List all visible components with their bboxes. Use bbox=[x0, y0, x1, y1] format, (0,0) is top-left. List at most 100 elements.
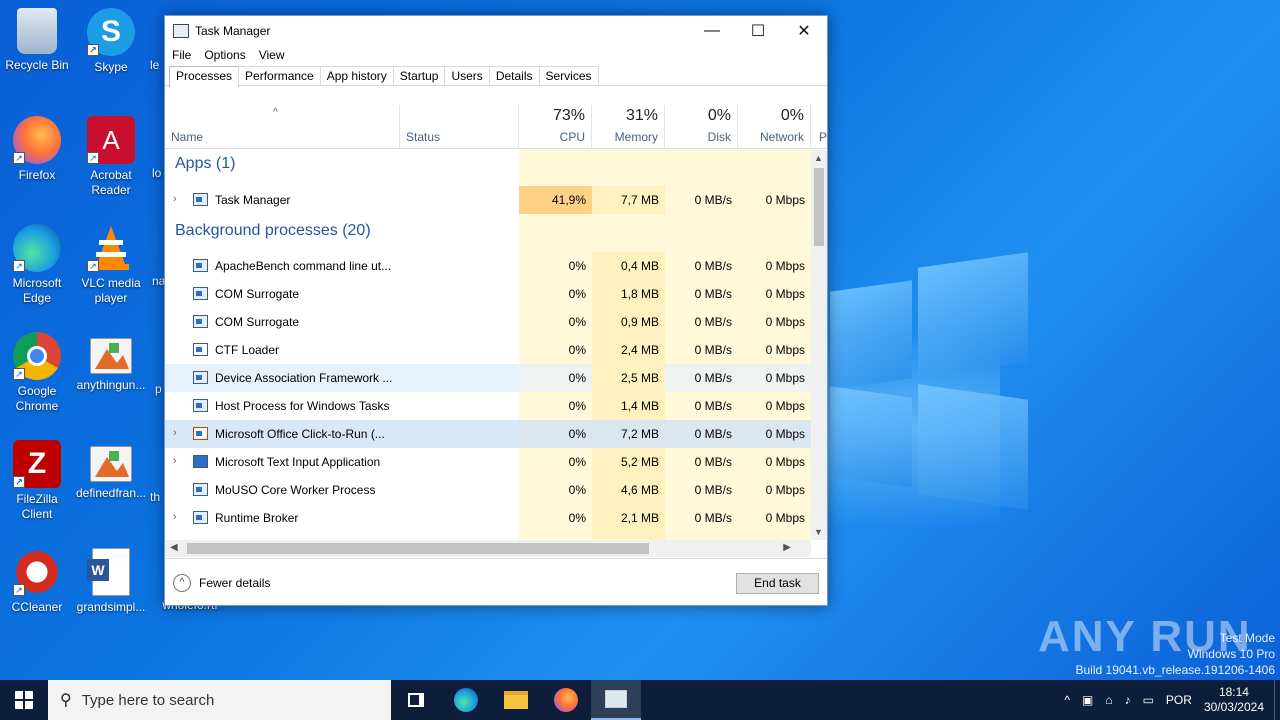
desktop-icon-recycle-bin[interactable]: Recycle Bin bbox=[0, 8, 74, 73]
clock-date: 30/03/2024 bbox=[1203, 700, 1264, 714]
folder-icon bbox=[504, 691, 528, 709]
volume-icon[interactable]: ♪ bbox=[1125, 693, 1131, 707]
process-list: Apps (1) › Task Manager 41,9% 7,7 MB 0 M… bbox=[165, 150, 811, 540]
tab-users[interactable]: Users bbox=[444, 66, 490, 85]
group-header-background[interactable]: Background processes (20) bbox=[165, 214, 811, 252]
horizontal-scrollbar[interactable]: ◀ ▶ bbox=[165, 540, 811, 557]
chevron-right-icon[interactable]: › bbox=[173, 427, 177, 439]
taskbar-firefox[interactable] bbox=[541, 680, 591, 720]
close-button[interactable]: ✕ bbox=[781, 16, 827, 46]
title-bar[interactable]: Task Manager — ☐ ✕ bbox=[165, 16, 827, 46]
horizontal-scroll-thumb[interactable] bbox=[187, 543, 649, 554]
tab-app-history[interactable]: App history bbox=[319, 66, 394, 85]
column-network[interactable]: 0% Network bbox=[738, 105, 811, 149]
edge-icon: ↗ bbox=[13, 224, 61, 272]
vertical-scroll-thumb[interactable] bbox=[814, 168, 824, 246]
menu-file[interactable]: File bbox=[172, 46, 191, 66]
language-indicator[interactable]: POR bbox=[1166, 693, 1192, 707]
chevron-right-icon[interactable]: › bbox=[173, 511, 177, 523]
tab-bar: Processes Performance App history Startu… bbox=[165, 66, 827, 87]
tab-startup[interactable]: Startup bbox=[392, 66, 446, 85]
desktop-icon-definedfran[interactable]: definedfran... bbox=[74, 440, 148, 501]
office-icon bbox=[193, 427, 208, 440]
desktop-icon-grandsimpl[interactable]: W grandsimpl... bbox=[74, 548, 148, 615]
desktop-icon-ccleaner[interactable]: ↗ CCleaner bbox=[0, 548, 74, 615]
table-row-task-manager[interactable]: › Task Manager 41,9% 7,7 MB 0 MB/s 0 Mbp… bbox=[165, 186, 811, 214]
table-row[interactable]: CTF Loader 0% 2,4 MB 0 MB/s 0 Mbps bbox=[165, 336, 811, 364]
menu-options[interactable]: Options bbox=[204, 46, 245, 66]
group-header-apps[interactable]: Apps (1) bbox=[165, 150, 811, 186]
desktop-icon-vlc[interactable]: ↗ VLC media player bbox=[74, 224, 148, 306]
desktop-icon-edge[interactable]: ↗ Microsoft Edge bbox=[0, 224, 74, 306]
table-row[interactable]: › Runtime Broker 0% 2,1 MB 0 MB/s 0 Mbps bbox=[165, 504, 811, 532]
menu-view[interactable]: View bbox=[259, 46, 285, 66]
image-file-icon bbox=[90, 338, 132, 374]
table-row[interactable]: Host Process for Windows Tasks 0% 1,4 MB… bbox=[165, 392, 811, 420]
tab-services[interactable]: Services bbox=[538, 66, 599, 85]
chevron-up-icon[interactable]: ^ bbox=[1064, 693, 1070, 707]
scroll-left-icon[interactable]: ◀ bbox=[170, 542, 178, 553]
filezilla-icon: Z ↗ bbox=[13, 440, 61, 488]
chevron-right-icon[interactable]: › bbox=[173, 455, 177, 467]
taskbar-search-box[interactable]: ⚲ Type here to search bbox=[48, 680, 391, 720]
desktop-icon-anythingun[interactable]: anythingun... bbox=[74, 332, 148, 393]
fewer-details-button[interactable]: ^ Fewer details bbox=[173, 574, 270, 592]
table-row[interactable]: Device Association Framework ... 0% 2,5 … bbox=[165, 364, 811, 392]
end-task-button[interactable]: End task bbox=[736, 573, 819, 594]
task-manager-icon bbox=[605, 690, 627, 708]
table-row[interactable]: ApacheBench command line ut... 0% 0,4 MB… bbox=[165, 252, 811, 280]
desktop-icon-skype[interactable]: S ↗ Skype bbox=[74, 8, 148, 75]
vertical-scrollbar[interactable]: ▲ ▼ bbox=[811, 150, 827, 540]
scroll-up-icon[interactable]: ▲ bbox=[814, 153, 823, 163]
table-row-selected[interactable]: › Microsoft Office Click-to-Run (... 0% … bbox=[165, 420, 811, 448]
table-row[interactable]: COM Surrogate 0% 0,9 MB 0 MB/s 0 Mbps bbox=[165, 308, 811, 336]
desktop-icon-firefox[interactable]: ↗ Firefox bbox=[0, 116, 74, 183]
table-row-partial bbox=[165, 532, 811, 540]
windows-logo-icon bbox=[15, 691, 33, 709]
column-disk[interactable]: 0% Disk bbox=[665, 105, 738, 149]
minimize-button[interactable]: — bbox=[689, 16, 735, 46]
show-desktop-button[interactable] bbox=[1274, 680, 1280, 720]
edge-icon bbox=[454, 688, 478, 712]
chrome-icon: ↗ bbox=[13, 332, 61, 380]
taskbar-edge[interactable] bbox=[441, 680, 491, 720]
app-window-icon bbox=[193, 483, 208, 496]
start-button[interactable] bbox=[0, 680, 48, 720]
scroll-down-icon[interactable]: ▼ bbox=[814, 527, 823, 537]
column-headers: ^ Name Status 73% CPU 31% Memory 0% Disk… bbox=[165, 105, 827, 149]
footer-bar: ^ Fewer details End task bbox=[165, 558, 827, 606]
network-icon[interactable]: ⌂ bbox=[1105, 693, 1112, 707]
desktop-icon-acrobat-reader[interactable]: A ↗ Acrobat Reader bbox=[74, 116, 148, 198]
app-window-icon bbox=[193, 511, 208, 524]
system-tray: ^ ▣ ⌂ ♪ ▭ POR 18:14 30/03/2024 bbox=[1058, 680, 1280, 720]
tab-processes[interactable]: Processes bbox=[169, 66, 240, 87]
task-view-button[interactable] bbox=[391, 680, 441, 720]
column-power-partial[interactable]: P bbox=[811, 105, 827, 149]
task-view-icon bbox=[408, 693, 424, 707]
table-row[interactable]: › Microsoft Text Input Application 0% 5,… bbox=[165, 448, 811, 476]
test-mode-watermark: Test Mode Windows 10 Pro Build 19041.vb_… bbox=[1075, 631, 1276, 677]
column-name[interactable]: ^ Name bbox=[165, 105, 400, 149]
column-memory[interactable]: 31% Memory bbox=[592, 105, 665, 149]
table-row[interactable]: COM Surrogate 0% 1,8 MB 0 MB/s 0 Mbps bbox=[165, 280, 811, 308]
window-title: Task Manager bbox=[195, 24, 271, 38]
image-file-icon bbox=[90, 446, 132, 482]
scroll-right-icon[interactable]: ▶ bbox=[783, 542, 791, 553]
table-row[interactable]: MoUSO Core Worker Process 0% 4,6 MB 0 MB… bbox=[165, 476, 811, 504]
chevron-right-icon[interactable]: › bbox=[173, 193, 177, 205]
taskbar-file-explorer[interactable] bbox=[491, 680, 541, 720]
desktop-icon-filezilla[interactable]: Z ↗ FileZilla Client bbox=[0, 440, 74, 522]
tab-details[interactable]: Details bbox=[488, 66, 540, 85]
display-icon[interactable]: ▭ bbox=[1143, 693, 1154, 707]
maximize-button[interactable]: ☐ bbox=[735, 16, 781, 46]
tab-performance[interactable]: Performance bbox=[238, 66, 321, 85]
column-cpu[interactable]: 73% CPU bbox=[519, 105, 592, 149]
desktop-icon-chrome[interactable]: ↗ Google Chrome bbox=[0, 332, 74, 414]
tablet-icon[interactable]: ▣ bbox=[1082, 693, 1093, 707]
firefox-icon bbox=[554, 688, 578, 712]
vlc-cone-icon: ↗ bbox=[87, 224, 135, 272]
column-status[interactable]: Status bbox=[400, 105, 519, 149]
clock[interactable]: 18:14 30/03/2024 bbox=[1204, 685, 1264, 715]
app-window-icon bbox=[193, 259, 208, 272]
taskbar-task-manager[interactable] bbox=[591, 680, 641, 720]
